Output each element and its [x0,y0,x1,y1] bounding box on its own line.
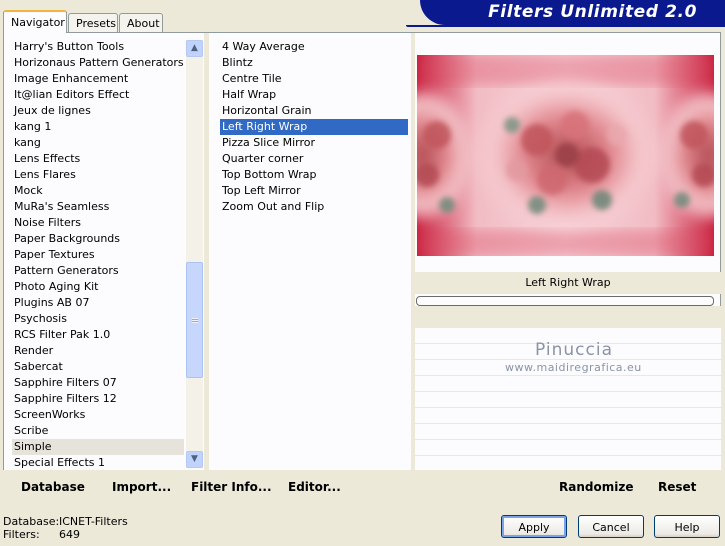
category-item[interactable]: Photo Aging Kit [12,279,184,295]
category-item[interactable]: Lens Effects [12,151,184,167]
filter-item[interactable]: Left Right Wrap [220,119,408,135]
category-item[interactable]: Sapphire Filters 12 [12,391,184,407]
database-value: ICNET-Filters [59,515,128,528]
category-item[interactable]: Render [12,343,184,359]
filter-item[interactable]: Top Bottom Wrap [220,167,408,183]
list-divider [204,33,209,470]
scroll-down-button[interactable]: ▼ [186,451,203,468]
category-scrollbar[interactable]: ▲ ▼ [186,40,203,468]
cancel-button[interactable]: Cancel [578,515,644,538]
watermark-name: Pinuccia [535,340,613,360]
category-item[interactable]: It@lian Editors Effect [12,87,184,103]
category-item[interactable]: kang 1 [12,119,184,135]
grip-icon [192,318,198,323]
filter-item[interactable]: 4 Way Average [220,39,408,55]
randomize-button[interactable]: Randomize [559,480,633,494]
filter-item[interactable]: Quarter corner [220,151,408,167]
reset-button[interactable]: Reset [658,480,696,494]
preview-image [417,55,714,256]
editor-button[interactable]: Editor... [288,480,341,494]
category-item[interactable]: Special Effects 1 [12,455,184,471]
controls-header [415,306,721,328]
import-button[interactable]: Import... [112,480,171,494]
filter-item[interactable]: Top Left Mirror [220,183,408,199]
preview-artwork [417,55,714,256]
category-item[interactable]: Psychosis [12,311,184,327]
filter-item[interactable]: Half Wrap [220,87,408,103]
watermark-url: www.maidiregrafica.eu [505,361,642,374]
filter-info-button[interactable]: Filter Info... [191,480,272,494]
database-button[interactable]: Database [21,480,85,494]
category-item[interactable]: Mock [12,183,184,199]
selected-filter-name: Left Right Wrap [525,276,611,289]
category-item[interactable]: ScreenWorks [12,407,184,423]
apply-button[interactable]: Apply [501,515,567,538]
tab-about[interactable]: About [119,13,163,32]
help-button[interactable]: Help [654,515,720,538]
category-item[interactable]: Horizonaus Pattern Generators [12,55,184,71]
database-label: Database: [3,515,60,528]
title-banner: Filters Unlimited 2.0 [420,0,725,25]
filter-item[interactable]: Centre Tile [220,71,408,87]
tab-navigator[interactable]: Navigator [3,10,67,33]
category-item[interactable]: Paper Backgrounds [12,231,184,247]
filter-list[interactable]: 4 Way Average Blintz Centre Tile Half Wrap H… [220,39,408,215]
banner-underline [406,25,725,27]
scroll-up-button[interactable]: ▲ [186,40,203,57]
category-item[interactable]: RCS Filter Pak 1.0 [12,327,184,343]
category-item[interactable]: Pattern Generators [12,263,184,279]
category-item[interactable]: Sapphire Filters 07 [12,375,184,391]
tab-presets[interactable]: Presets [68,13,118,32]
scroll-thumb[interactable] [186,262,203,378]
filter-item[interactable]: Horizontal Grain [220,103,408,119]
chevron-up-icon: ▲ [191,43,198,53]
category-item[interactable]: Simple [12,439,184,455]
category-list[interactable]: Harry's Button Tools Horizonaus Pattern G… [12,39,184,471]
category-item[interactable]: Noise Filters [12,215,184,231]
category-item[interactable]: Harry's Button Tools [12,39,184,55]
category-item[interactable]: Sabercat [12,359,184,375]
filter-item[interactable]: Pizza Slice Mirror [220,135,408,151]
category-item[interactable]: Plugins AB 07 [12,295,184,311]
filter-item[interactable]: Zoom Out and Flip [220,199,408,215]
chevron-down-icon: ▼ [191,454,198,464]
category-item[interactable]: MuRa's Seamless [12,199,184,215]
category-item[interactable]: Lens Flares [12,167,184,183]
category-item[interactable]: Scribe [12,423,184,439]
category-item[interactable]: kang [12,135,184,151]
app-title: Filters Unlimited 2.0 [488,2,697,22]
category-item[interactable]: Image Enhancement [12,71,184,87]
category-item[interactable]: Jeux de lignes [12,103,184,119]
filters-label: Filters: [3,528,40,541]
filters-count: 649 [59,528,80,541]
category-item[interactable]: Paper Textures [12,247,184,263]
progress-bar [416,296,714,306]
filter-item[interactable]: Blintz [220,55,408,71]
